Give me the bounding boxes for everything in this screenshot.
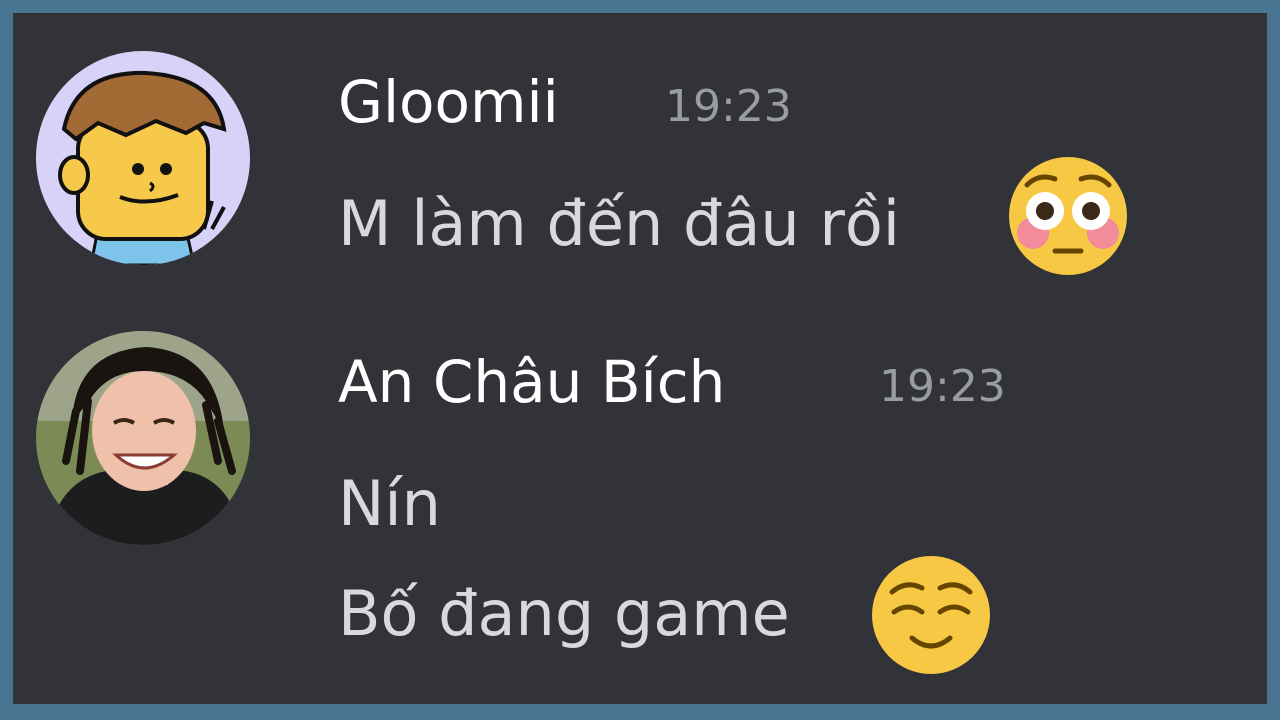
avatar[interactable] [36, 51, 250, 265]
cartoon-boy-avatar [36, 51, 250, 265]
relieved-face-emoji [870, 554, 992, 680]
message-text: Bố đang game [338, 577, 790, 650]
message-text: M làm đến đâu rồi [338, 187, 901, 260]
avatar[interactable] [36, 331, 250, 545]
timestamp: 19:23 [665, 81, 792, 132]
flushed-face-emoji [1007, 155, 1129, 281]
chat-panel: Gloomii 19:23 M làm đến đâu rồi An Châu … [13, 13, 1267, 704]
timestamp: 19:23 [879, 361, 1006, 412]
username[interactable]: An Châu Bích [338, 353, 725, 411]
message-text: Nín [338, 467, 441, 540]
username[interactable]: Gloomii [338, 73, 559, 131]
smiling-man-avatar [36, 331, 250, 545]
